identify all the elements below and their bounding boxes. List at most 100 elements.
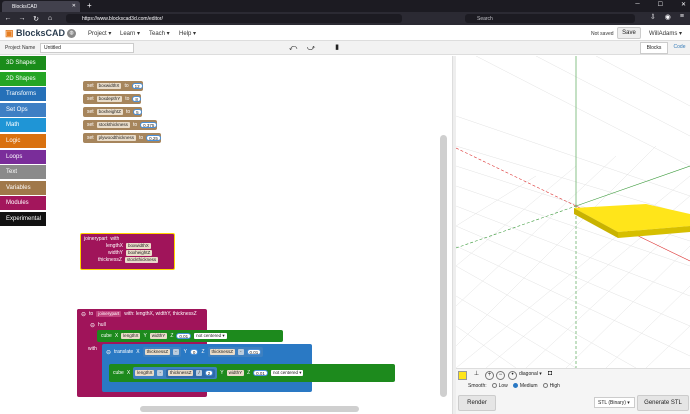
menu-help[interactable]: Help ▾ <box>179 30 196 37</box>
number-value[interactable]: 0.01 <box>176 333 192 339</box>
set-variable-block[interactable]: set boxdepthY to 8 <box>83 94 141 104</box>
set-variable-block[interactable]: set boxheightZ to 5 <box>83 107 142 117</box>
math-expression[interactable]: lengthX - thicknessZ / 2 <box>133 367 218 379</box>
number-value[interactable]: 0.01 <box>246 349 262 355</box>
menu-learn[interactable]: Learn ▾ <box>120 30 140 37</box>
collapse-toggle-icon[interactable]: ⊖ <box>90 322 95 329</box>
collapse-toggle-icon[interactable]: ⊖ <box>106 349 111 356</box>
number-value[interactable]: 0 <box>189 349 199 355</box>
variable-name[interactable]: boxheightZ <box>96 109 123 115</box>
math-expression[interactable]: thicknessZ - <box>142 347 181 357</box>
trash-icon[interactable]: ▮ <box>330 43 344 53</box>
category-math[interactable]: Math <box>0 118 46 133</box>
category-set-ops[interactable]: Set Ops <box>0 102 46 117</box>
operator-dropdown[interactable]: - <box>238 349 244 355</box>
variable-field[interactable]: thicknessZ <box>167 370 194 376</box>
category-2d-shapes[interactable]: 2D Shapes <box>0 71 46 86</box>
variable-name[interactable]: boxwidthX <box>96 83 122 89</box>
variable-name[interactable]: boxdepthY <box>96 96 123 102</box>
smooth-medium-radio[interactable]: Medium <box>512 383 538 389</box>
variable-name[interactable]: plywoodthickness <box>96 135 136 141</box>
user-menu[interactable]: WillAdams ▾ <box>649 30 682 37</box>
math-expression[interactable]: thicknessZ / 2 <box>165 368 216 378</box>
variable-field[interactable]: widthY <box>226 370 245 376</box>
app-logo[interactable]: ▣ BlocksCAD <box>5 28 65 39</box>
number-value[interactable]: 8 <box>132 96 141 102</box>
category-3d-shapes[interactable]: 3D Shapes <box>0 56 46 70</box>
export-format-select[interactable]: STL (Binary) ▾ <box>594 397 635 408</box>
search-bar[interactable]: Search <box>465 14 635 23</box>
save-button[interactable]: Save <box>617 27 641 39</box>
workspace-horizontal-scrollbar[interactable] <box>140 406 359 412</box>
number-value[interactable]: 0.375 <box>140 122 158 128</box>
menu-project[interactable]: Project ▾ <box>88 30 111 37</box>
category-variables[interactable]: Variables <box>0 180 46 195</box>
undo-icon[interactable]: ⤺ <box>286 43 300 53</box>
back-icon[interactable]: ← <box>2 15 14 22</box>
browser-tab[interactable]: BlocksCAD ✕ <box>2 1 80 12</box>
number-value[interactable]: 12 <box>131 83 143 89</box>
arg-variable[interactable]: boxheightZ <box>126 250 153 256</box>
view-angle-select[interactable]: diagonal ▾ <box>519 371 542 377</box>
operator-dropdown[interactable]: / <box>196 370 202 376</box>
3d-preview[interactable] <box>455 55 690 369</box>
variable-field[interactable]: lengthX <box>121 333 141 339</box>
hull-block[interactable]: ⊖ hull <box>86 320 106 330</box>
cube-block[interactable]: cube X lengthX - thicknessZ / 2 Y widthY… <box>109 364 395 382</box>
number-value[interactable]: 2 <box>204 370 214 376</box>
camera-icon[interactable]: ◘ <box>548 370 558 380</box>
download-icon[interactable]: ⇩ <box>650 13 656 21</box>
cube-block[interactable]: cube X lengthX Y widthY Z 0.01 not cente… <box>97 330 283 342</box>
tab-code[interactable]: Code <box>669 42 690 54</box>
redo-icon[interactable]: ⤻ <box>304 43 318 53</box>
number-value[interactable]: 0.01 <box>253 370 268 376</box>
menu-icon[interactable]: ≡ <box>680 13 684 21</box>
language-globe-icon[interactable]: ◍ <box>67 29 76 38</box>
minimize-icon[interactable]: ─ <box>635 1 639 8</box>
operator-dropdown[interactable]: - <box>173 349 179 355</box>
variable-field[interactable]: widthY <box>149 333 168 339</box>
centered-dropdown[interactable]: not centered ▾ <box>194 333 227 339</box>
render-button[interactable]: Render <box>458 395 496 411</box>
number-value[interactable]: 5 <box>133 109 142 115</box>
tab-blocks[interactable]: Blocks <box>640 42 668 54</box>
category-transforms[interactable]: Transforms <box>0 87 46 102</box>
workspace-vertical-scrollbar[interactable] <box>440 135 447 397</box>
operator-dropdown[interactable]: - <box>157 370 163 376</box>
arg-variable[interactable]: stockthickness <box>124 257 159 263</box>
maximize-icon[interactable]: ☐ <box>658 1 663 8</box>
reset-view-icon[interactable]: • <box>508 371 517 380</box>
close-window-icon[interactable]: ✕ <box>681 1 686 8</box>
block-workspace[interactable]: set boxwidthX to 12 set boxdepthY to 8 s… <box>48 56 483 414</box>
home-icon[interactable]: ⌂ <box>44 15 56 22</box>
smooth-high-radio[interactable]: High <box>542 383 560 389</box>
object-color-swatch[interactable] <box>458 371 467 380</box>
module-definition-header[interactable]: ⊖ to joinerypart with: lengthX, widthY, … <box>77 309 197 319</box>
variable-name[interactable]: stockthickness <box>96 122 130 128</box>
variable-field[interactable]: lengthX <box>135 370 155 376</box>
project-name-input[interactable]: Untitled <box>40 43 134 53</box>
collapse-toggle-icon[interactable]: ⊖ <box>81 311 86 318</box>
centered-dropdown[interactable]: not centered ▾ <box>270 370 304 376</box>
new-tab-icon[interactable]: + <box>87 1 92 10</box>
number-value[interactable]: 0.25 <box>146 135 161 141</box>
close-tab-icon[interactable]: ✕ <box>72 3 76 9</box>
set-variable-block[interactable]: set plywoodthickness to 0.25 <box>83 133 161 143</box>
module-call-block[interactable]: joinerypart with lengthX boxwidthX width… <box>80 233 175 270</box>
set-variable-block[interactable]: set boxwidthX to 12 <box>83 81 143 91</box>
menu-teach[interactable]: Teach ▾ <box>149 30 170 37</box>
category-logic[interactable]: Logic <box>0 133 46 148</box>
arg-variable[interactable]: boxwidthX <box>125 243 151 249</box>
category-modules[interactable]: Modules <box>0 196 46 211</box>
variable-field[interactable]: thicknessZ <box>144 349 171 355</box>
axes-icon[interactable]: ⊥ <box>472 371 481 380</box>
variable-field[interactable]: thicknessZ <box>209 349 236 355</box>
module-name-field[interactable]: joinerypart <box>96 311 122 317</box>
zoom-in-3d-icon[interactable]: + <box>485 371 494 380</box>
account-icon[interactable]: ◉ <box>665 13 671 21</box>
zoom-out-3d-icon[interactable]: − <box>496 371 505 380</box>
set-variable-block[interactable]: set stockthickness to 0.375 <box>83 120 158 130</box>
category-loops[interactable]: Loops <box>0 149 46 164</box>
category-experimental[interactable]: Experimental <box>0 211 46 226</box>
category-text[interactable]: Text <box>0 165 46 180</box>
